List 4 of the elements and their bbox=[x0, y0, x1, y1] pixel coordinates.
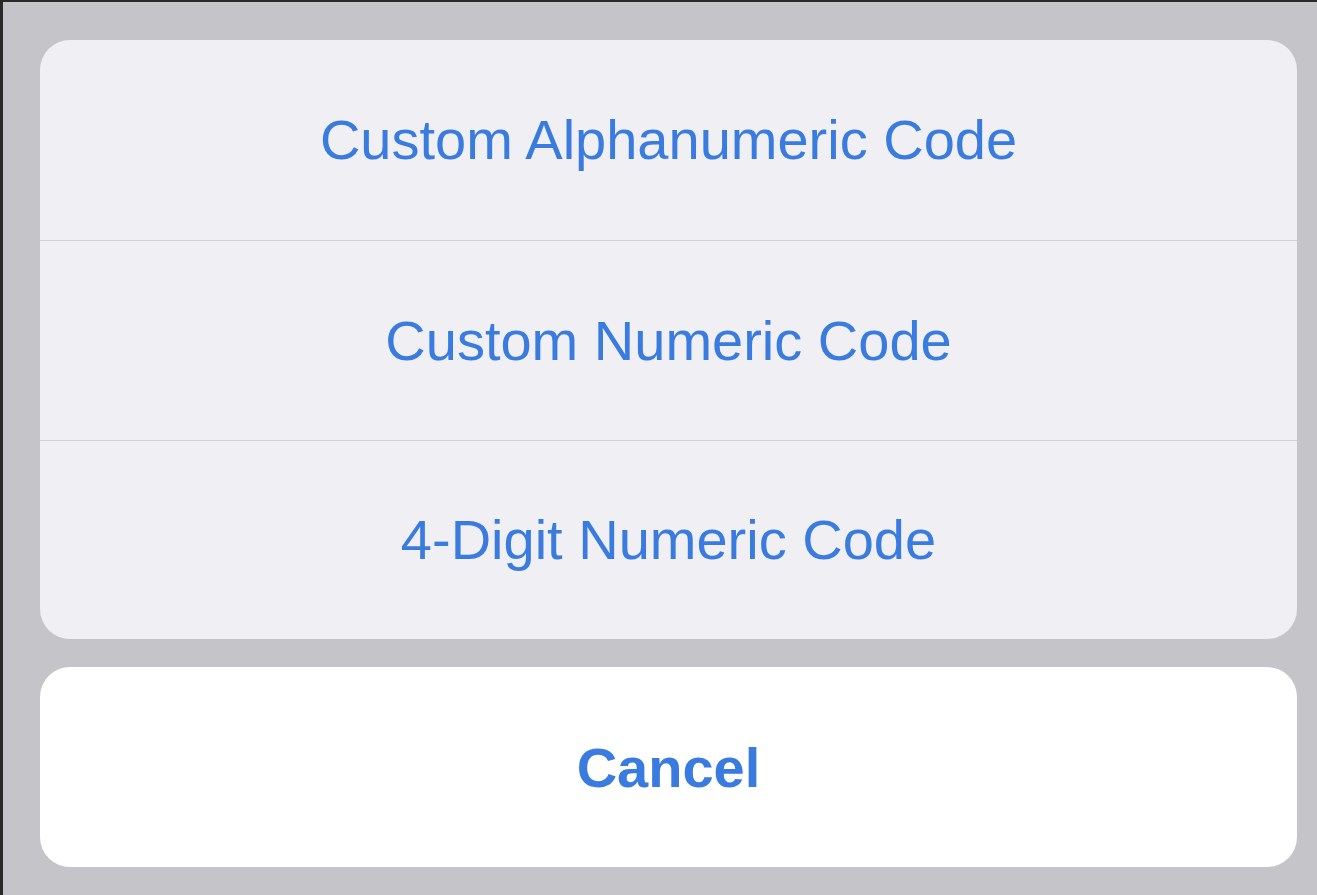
cancel-button[interactable]: Cancel bbox=[40, 667, 1297, 867]
action-button[interactable]: Custom Alphanumeric Code bbox=[40, 40, 1297, 240]
action-button[interactable]: 4-Digit Numeric Code bbox=[40, 439, 1297, 640]
action-button[interactable]: Custom Numeric Code bbox=[40, 239, 1297, 440]
